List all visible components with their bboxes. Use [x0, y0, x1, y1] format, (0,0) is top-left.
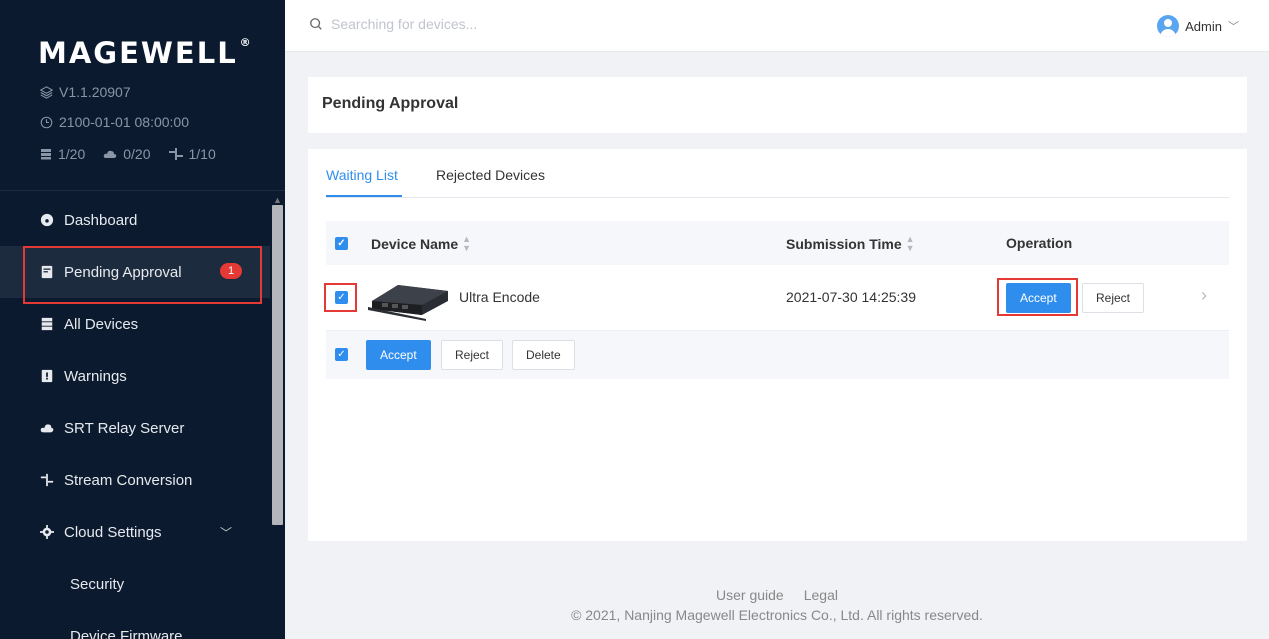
search-icon [310, 18, 322, 30]
column-operation: Operation [1006, 235, 1073, 251]
sidebar-scroll-thumb[interactable] [272, 205, 283, 525]
devices-icon [41, 317, 53, 331]
accept-highlight [997, 278, 1078, 316]
search-input[interactable]: Searching for devices... [331, 16, 477, 32]
topbar: Searching for devices... Admin ﹀ [285, 0, 1269, 52]
active-tab-indicator [326, 195, 402, 197]
user-menu[interactable]: Admin ﹀ [1157, 15, 1239, 37]
username: Admin [1185, 18, 1222, 34]
sidebar-item-label: Dashboard [64, 211, 138, 229]
user-guide-link[interactable]: User guide [716, 587, 784, 603]
sidebar-item-label: Security [70, 575, 125, 593]
stream-conversion-icon [168, 148, 183, 160]
bulk-reject-button[interactable]: Reject [441, 340, 504, 370]
scroll-up-icon[interactable]: ▲ [273, 195, 282, 205]
dashboard-icon [40, 213, 54, 227]
sidebar-item-label: Cloud Settings [64, 523, 162, 541]
sidebar-item-label: Warnings [64, 367, 127, 385]
stream-count: 1/10 [168, 146, 216, 162]
server-icon [41, 149, 51, 160]
main-card: Waiting List Rejected Devices ✓ Device N… [308, 149, 1247, 541]
device-thumbnail [368, 285, 448, 321]
sidebar: MAGEWELL ® V1.1.20907 2100-01-01 08:00:00… [0, 0, 285, 639]
sort-icon[interactable]: ▲ ▼ [462, 235, 471, 253]
tab-rejected-devices[interactable]: Rejected Devices [436, 167, 545, 183]
stream-icon [40, 473, 54, 487]
sidebar-item-device-firmware[interactable]: Device Firmware [0, 610, 270, 639]
warnings-icon [41, 369, 53, 383]
sort-icon[interactable]: ▲ ▼ [906, 235, 915, 253]
chevron-down-icon: ﹀ [220, 526, 233, 540]
sidebar-item-security[interactable]: Security [0, 558, 270, 610]
copyright: © 2021, Nanjing Magewell Electronics Co.… [571, 607, 983, 623]
column-device-name[interactable]: Device Name ▲ ▼ [371, 235, 471, 253]
sidebar-item-label: SRT Relay Server [64, 419, 185, 437]
bulk-actions: ✓ Accept Reject Delete [326, 331, 1229, 379]
bulk-accept-button[interactable]: Accept [366, 340, 431, 370]
sidebar-divider [0, 190, 285, 191]
submission-time: 2021-07-30 14:25:39 [786, 289, 916, 305]
chevron-right-icon[interactable]: › [1201, 285, 1207, 306]
page-title: Pending Approval [322, 95, 459, 112]
clock-icon [40, 116, 53, 128]
select-all-checkbox[interactable]: ✓ [335, 237, 348, 250]
reject-button[interactable]: Reject [1082, 283, 1145, 313]
table-row: ✓ Ultra Encode 2021-07-30 14:25:39 Accep… [324, 265, 1229, 331]
version-info: V1.1.20907 [40, 84, 131, 100]
sidebar-item-cloud-settings[interactable]: Cloud Settings ﹀ [0, 506, 270, 558]
usage-counts: 1/20 0/20 1/10 [40, 146, 216, 162]
datetime-text: 2100-01-01 08:00:00 [59, 114, 189, 130]
cloud-icon [104, 150, 117, 158]
avatar [1157, 15, 1180, 37]
cloud-count: 0/20 [103, 146, 151, 162]
column-submission-time[interactable]: Submission Time ▲ ▼ [786, 235, 915, 253]
sidebar-item-label: Device Firmware [70, 627, 183, 639]
cloud-icon [40, 424, 54, 433]
table-header: ✓ Device Name ▲ ▼ Submission Time ▲ ▼ Oper… [326, 221, 1229, 265]
bulk-select-checkbox[interactable]: ✓ [335, 348, 348, 361]
device-count: 1/20 [40, 146, 85, 162]
magewell-logo: MAGEWELL ® [38, 36, 253, 70]
version-text: V1.1.20907 [59, 84, 131, 100]
sidebar-item-dashboard[interactable]: Dashboard [0, 194, 270, 246]
tab-waiting-list[interactable]: Waiting List [326, 167, 398, 183]
sidebar-item-label: Stream Conversion [64, 471, 193, 489]
sidebar-item-stream-conversion[interactable]: Stream Conversion [0, 454, 270, 506]
sidebar-item-warnings[interactable]: Warnings [0, 350, 270, 402]
layers-icon [40, 85, 53, 99]
device-search[interactable]: Searching for devices... [309, 16, 477, 32]
tab-bar: Waiting List Rejected Devices [326, 149, 1229, 198]
chevron-down-icon: ﹀ [1228, 21, 1239, 33]
legal-link[interactable]: Legal [804, 587, 838, 603]
page-title-card: Pending Approval [308, 77, 1247, 133]
datetime-info: 2100-01-01 08:00:00 [40, 114, 189, 130]
gear-icon [40, 525, 54, 539]
sidebar-item-label: All Devices [64, 315, 139, 333]
device-name: Ultra Encode [459, 289, 540, 305]
sidebar-item-srt-relay-server[interactable]: SRT Relay Server [0, 402, 270, 454]
footer: User guide Legal © 2021, Nanjing Magewel… [285, 587, 1269, 623]
bulk-delete-button[interactable]: Delete [512, 340, 575, 370]
pending-approval-highlight [23, 246, 262, 304]
checkbox-highlight [324, 283, 357, 312]
devices-table: ✓ Device Name ▲ ▼ Submission Time ▲ ▼ Oper… [324, 221, 1229, 379]
sidebar-item-all-devices[interactable]: All Devices [0, 298, 270, 350]
